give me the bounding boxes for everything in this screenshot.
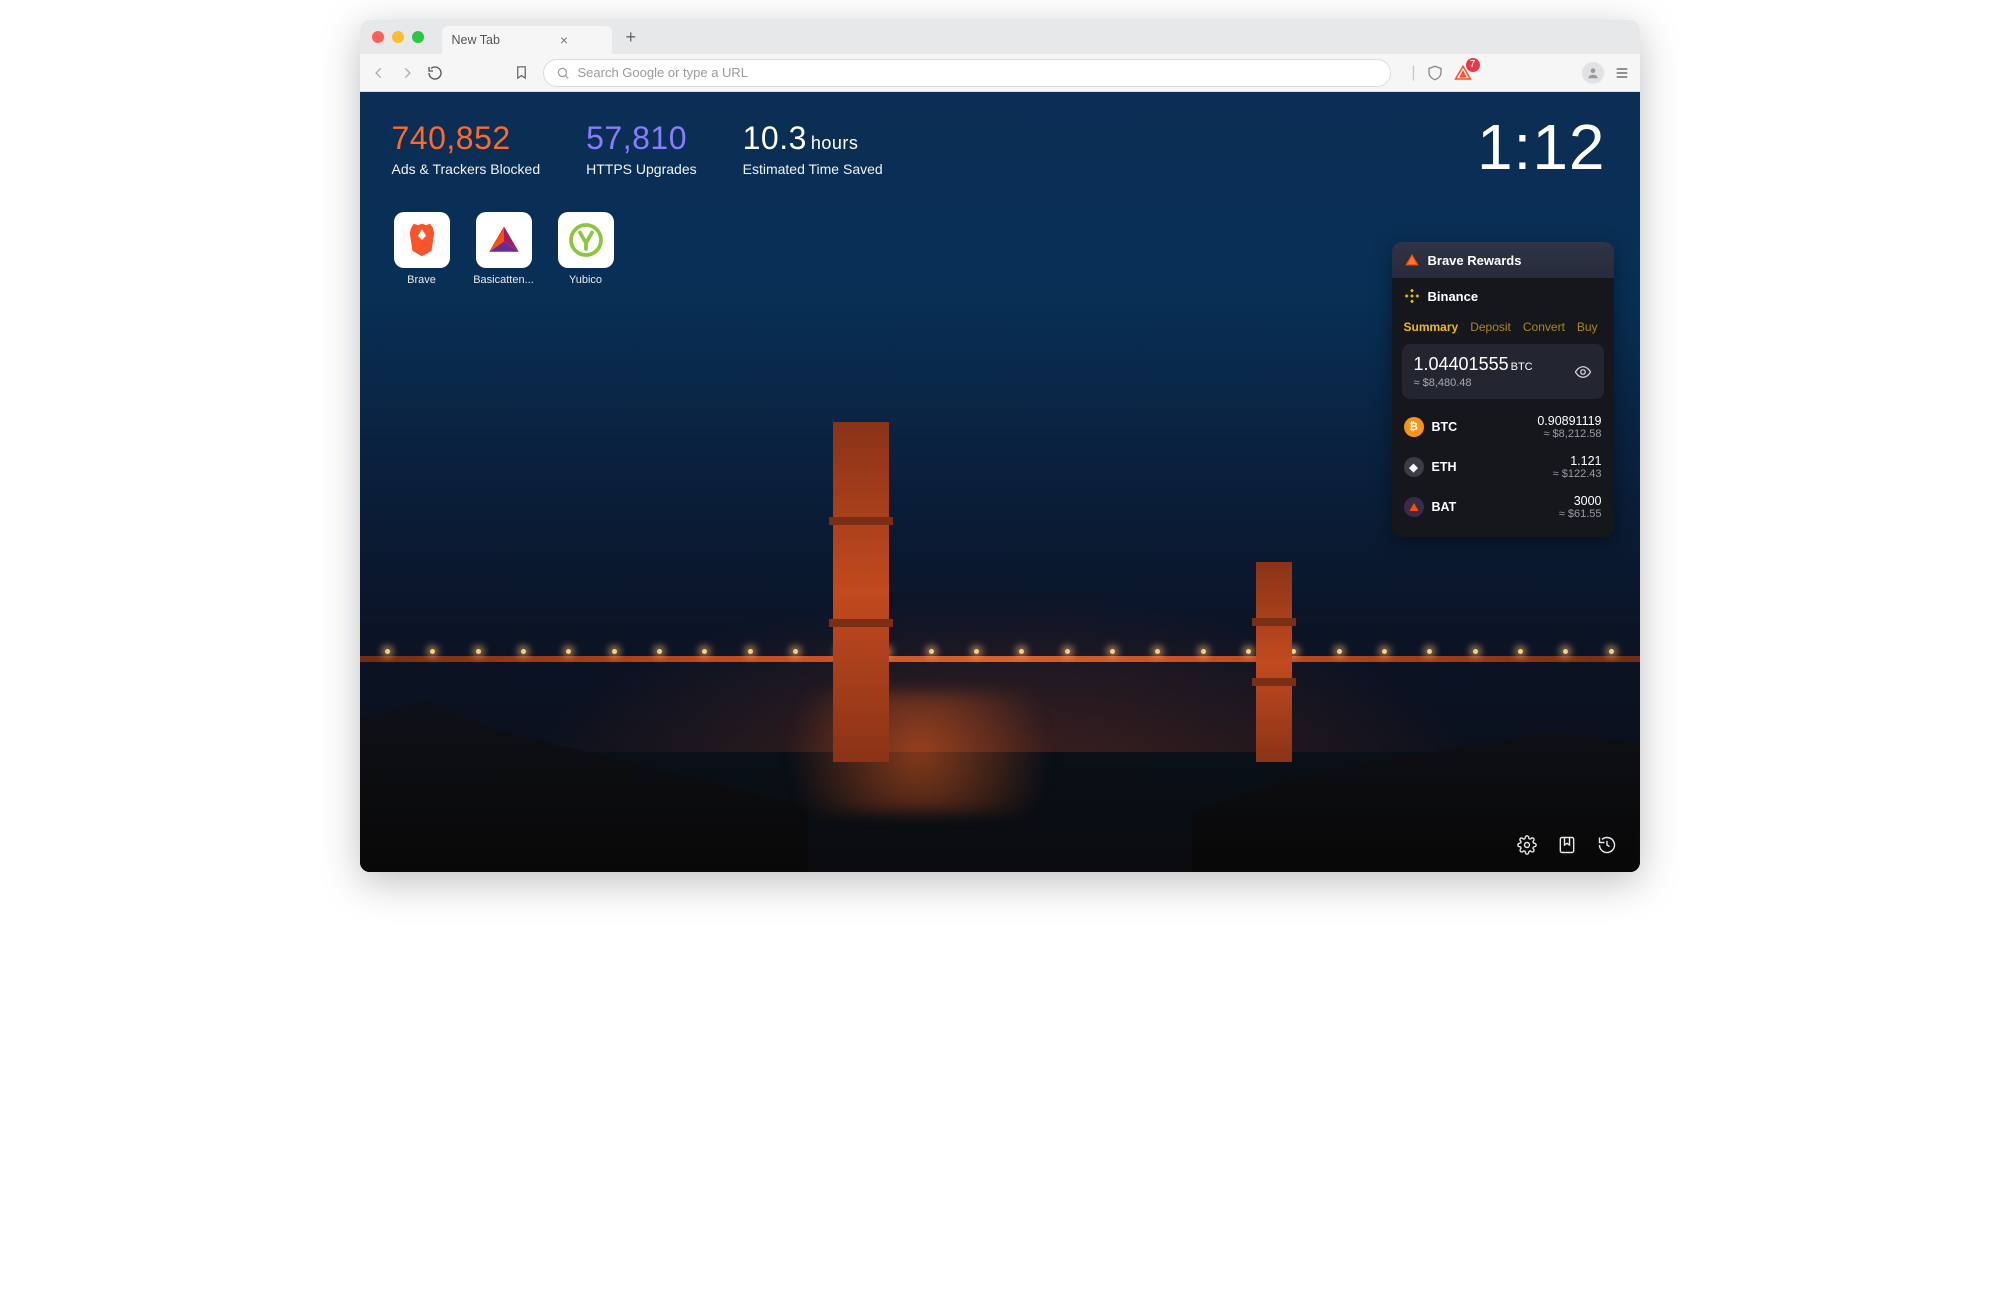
stat-label: HTTPS Upgrades	[586, 161, 696, 177]
balance-amount: 1.04401555	[1414, 354, 1509, 374]
search-icon	[556, 66, 570, 80]
yubico-icon	[568, 222, 604, 258]
browser-window: New Tab × + Search Google or type a URL …	[360, 20, 1640, 872]
asset-qty: 3000	[1559, 494, 1602, 508]
balance-fiat: ≈ $8,480.48	[1414, 377, 1533, 389]
tab-strip: New Tab × +	[360, 20, 1640, 54]
binance-header[interactable]: Binance	[1392, 278, 1614, 314]
window-controls	[368, 31, 430, 43]
back-button[interactable]	[370, 64, 388, 82]
btc-icon: ₿	[1404, 417, 1424, 437]
tab-deposit[interactable]: Deposit	[1470, 320, 1511, 334]
stat-value: 740,852	[392, 120, 541, 157]
binance-title: Binance	[1428, 289, 1479, 304]
rewards-header[interactable]: Brave Rewards	[1392, 242, 1614, 278]
top-site-tile	[558, 212, 614, 268]
asset-row-bat[interactable]: BAT 3000≈ $61.55	[1404, 487, 1602, 527]
bookmark-icon	[1557, 835, 1577, 855]
binance-tabs: Summary Deposit Convert Buy	[1392, 314, 1614, 342]
history-icon	[1597, 835, 1617, 855]
stats-row: 740,852 Ads & Trackers Blocked 57,810 HT…	[392, 120, 883, 177]
history-button[interactable]	[1594, 832, 1620, 858]
page-footer-controls	[1514, 832, 1620, 858]
eye-icon	[1574, 363, 1592, 381]
top-site-tile	[394, 212, 450, 268]
asset-qty: 0.90891119	[1537, 414, 1601, 428]
asset-fiat: ≈ $61.55	[1559, 508, 1602, 520]
stat-value: 57,810	[586, 120, 696, 157]
close-tab-icon[interactable]: ×	[560, 32, 568, 48]
bat-icon	[1404, 497, 1424, 517]
tab-title: New Tab	[452, 33, 500, 47]
asset-symbol: ETH	[1432, 460, 1457, 474]
asset-symbol: BTC	[1432, 420, 1458, 434]
asset-row-btc[interactable]: ₿ BTC 0.90891119≈ $8,212.58	[1404, 407, 1602, 447]
gear-icon	[1517, 835, 1537, 855]
stat-value: 10.3hours	[743, 120, 883, 157]
address-bar[interactable]: Search Google or type a URL	[543, 59, 1392, 87]
bookmarks-button[interactable]	[1554, 832, 1580, 858]
top-site-label: Basicatten...	[472, 274, 536, 286]
address-placeholder: Search Google or type a URL	[578, 65, 749, 80]
separator: |	[1411, 64, 1415, 82]
toggle-visibility-button[interactable]	[1574, 363, 1592, 381]
reload-button[interactable]	[426, 64, 444, 82]
tab-summary[interactable]: Summary	[1404, 320, 1459, 334]
total-balance: 1.04401555BTC ≈ $8,480.48	[1402, 344, 1604, 399]
eth-icon: ◆	[1404, 457, 1424, 477]
top-site-bat[interactable]: Basicatten...	[472, 212, 536, 286]
stat-ads-blocked: 740,852 Ads & Trackers Blocked	[392, 120, 541, 177]
rewards-button[interactable]: 7	[1454, 64, 1472, 82]
main-menu-button[interactable]	[1614, 65, 1630, 81]
clock: 1:12	[1477, 110, 1606, 184]
binance-icon	[1404, 288, 1420, 304]
forward-button[interactable]	[398, 64, 416, 82]
asset-qty: 1.121	[1553, 454, 1602, 468]
stat-label: Estimated Time Saved	[743, 161, 883, 177]
background-glow	[744, 692, 1094, 812]
bat-icon	[487, 223, 521, 257]
rewards-title: Brave Rewards	[1428, 253, 1522, 268]
top-site-tile	[476, 212, 532, 268]
maximize-window-button[interactable]	[412, 31, 424, 43]
rewards-badge: 7	[1466, 58, 1480, 72]
stat-label: Ads & Trackers Blocked	[392, 161, 541, 177]
profile-button[interactable]	[1582, 62, 1604, 84]
brave-icon	[405, 221, 439, 259]
asset-row-eth[interactable]: ◆ ETH 1.121≈ $122.43	[1404, 447, 1602, 487]
toolbar-right: | 7	[1411, 62, 1629, 84]
top-site-brave[interactable]: Brave	[390, 212, 454, 286]
toolbar: Search Google or type a URL | 7	[360, 54, 1640, 92]
shields-button[interactable]	[1426, 64, 1444, 82]
balance-unit: BTC	[1511, 361, 1533, 373]
minimize-window-button[interactable]	[392, 31, 404, 43]
background-tower	[1256, 562, 1292, 762]
background-lights	[360, 649, 1640, 659]
top-site-label: Yubico	[554, 274, 618, 286]
stat-time-saved: 10.3hours Estimated Time Saved	[743, 120, 883, 177]
top-site-yubico[interactable]: Yubico	[554, 212, 618, 286]
bookmark-button[interactable]	[514, 65, 529, 80]
asset-fiat: ≈ $122.43	[1553, 468, 1602, 480]
top-sites: Brave Basicatten... Yubico	[390, 212, 618, 286]
asset-symbol: BAT	[1432, 500, 1457, 514]
tab-buy[interactable]: Buy	[1577, 320, 1598, 334]
settings-button[interactable]	[1514, 832, 1540, 858]
close-window-button[interactable]	[372, 31, 384, 43]
stat-https-upgrades: 57,810 HTTPS Upgrades	[586, 120, 696, 177]
widgets-card: Brave Rewards Binance Summary Deposit Co…	[1392, 242, 1614, 537]
asset-list: ₿BTC 0.90891119≈ $8,212.58 ◆ETH 1.121≈ $…	[1392, 407, 1614, 537]
new-tab-page: 740,852 Ads & Trackers Blocked 57,810 HT…	[360, 92, 1640, 872]
background-tower	[833, 422, 889, 762]
tab-convert[interactable]: Convert	[1523, 320, 1565, 334]
browser-tab[interactable]: New Tab ×	[442, 26, 612, 54]
new-tab-button[interactable]: +	[620, 25, 643, 50]
bat-icon	[1404, 252, 1420, 268]
top-site-label: Brave	[390, 274, 454, 286]
asset-fiat: ≈ $8,212.58	[1537, 428, 1601, 440]
